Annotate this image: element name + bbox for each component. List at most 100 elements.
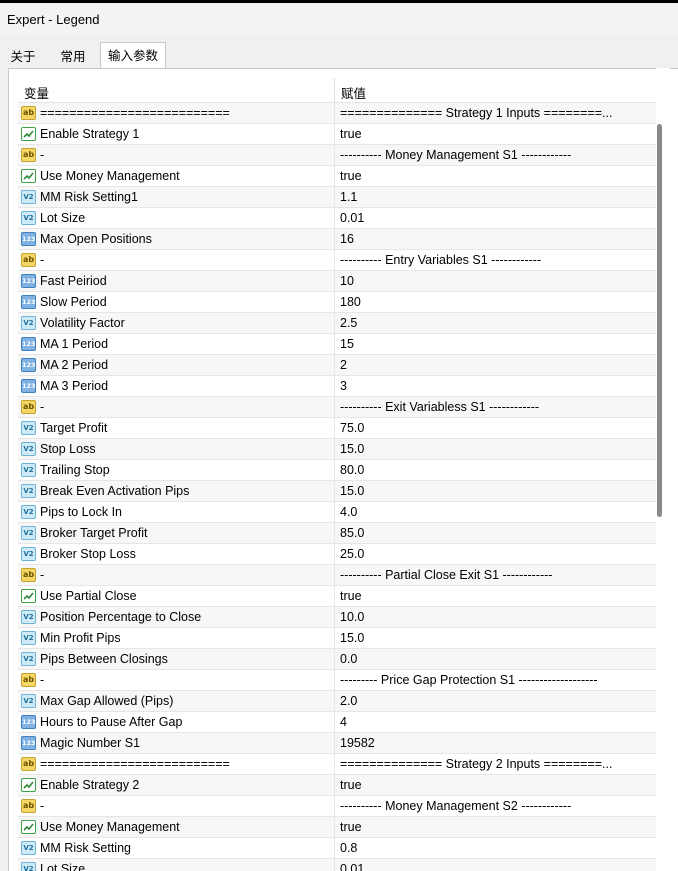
table-row[interactable]: Use Partial Close true (18, 586, 662, 607)
table-row[interactable]: V2 Min Profit Pips 15.0 (18, 628, 662, 649)
value-cell[interactable]: 2.5 (335, 313, 662, 334)
value-cell[interactable]: 85.0 (335, 523, 662, 544)
value-cell[interactable]: 15 (335, 334, 662, 355)
variable-value[interactable]: 4 (340, 715, 658, 729)
table-row[interactable]: V2 Broker Target Profit 85.0 (18, 523, 662, 544)
value-cell[interactable]: 0.01 (335, 859, 662, 871)
variable-value[interactable]: 19582 (340, 736, 658, 750)
variable-value[interactable]: 10 (340, 274, 658, 288)
table-row[interactable]: V2 Broker Stop Loss 25.0 (18, 544, 662, 565)
variable-cell[interactable]: V2 Position Percentage to Close (18, 607, 335, 628)
table-row[interactable]: ab - ---------- Partial Close Exit S1 ----… (18, 565, 662, 586)
value-cell[interactable]: 0.0 (335, 649, 662, 670)
variable-value[interactable]: ============== Strategy 1 Inputs =======… (340, 106, 658, 120)
table-row[interactable]: V2 Target Profit 75.0 (18, 418, 662, 439)
variable-cell[interactable]: V2 MM Risk Setting1 (18, 187, 335, 208)
variable-cell[interactable]: 123 Fast Peiriod (18, 271, 335, 292)
variable-value[interactable]: ---------- Money Management S1 ---------… (340, 148, 658, 162)
variable-value[interactable]: true (340, 127, 658, 141)
table-row[interactable]: V2 Position Percentage to Close 10.0 (18, 607, 662, 628)
value-cell[interactable]: 15.0 (335, 439, 662, 460)
table-row[interactable]: V2 Lot Size 0.01 (18, 859, 662, 871)
variable-value[interactable]: 1.1 (340, 190, 658, 204)
variable-cell[interactable]: V2 Lot Size (18, 859, 335, 871)
column-header-value[interactable]: 赋值 (341, 83, 366, 102)
table-row[interactable]: 123 MA 3 Period 3 (18, 376, 662, 397)
variable-value[interactable]: 15 (340, 337, 658, 351)
variable-cell[interactable]: V2 Min Profit Pips (18, 628, 335, 649)
value-cell[interactable]: true (335, 586, 662, 607)
column-header-variable[interactable]: 变量 (24, 83, 49, 102)
value-cell[interactable]: ---------- Money Management S1 ---------… (335, 145, 662, 166)
variable-cell[interactable]: V2 Stop Loss (18, 439, 335, 460)
value-cell[interactable]: 15.0 (335, 481, 662, 502)
variable-value[interactable]: --------- Price Gap Protection S1 ------… (340, 673, 658, 687)
table-row[interactable]: Enable Strategy 2 true (18, 775, 662, 796)
variable-cell[interactable]: 123 MA 1 Period (18, 334, 335, 355)
variable-cell[interactable]: V2 Max Gap Allowed (Pips) (18, 691, 335, 712)
column-separator[interactable] (334, 78, 335, 102)
variable-value[interactable]: 15.0 (340, 484, 658, 498)
variable-value[interactable]: 75.0 (340, 421, 658, 435)
variable-cell[interactable]: 123 Magic Number S1 (18, 733, 335, 754)
value-cell[interactable]: ---------- Partial Close Exit S1 -------… (335, 565, 662, 586)
variable-value[interactable]: 85.0 (340, 526, 658, 540)
variable-cell[interactable]: ab - (18, 250, 335, 271)
table-row[interactable]: V2 MM Risk Setting1 1.1 (18, 187, 662, 208)
variable-value[interactable]: 0.01 (340, 211, 658, 225)
value-cell[interactable]: ---------- Money Management S2 ---------… (335, 796, 662, 817)
table-row[interactable]: ab - --------- Price Gap Protection S1 ---… (18, 670, 662, 691)
variable-cell[interactable]: V2 Volatility Factor (18, 313, 335, 334)
variable-value[interactable]: 16 (340, 232, 658, 246)
value-cell[interactable]: 180 (335, 292, 662, 313)
value-cell[interactable]: true (335, 166, 662, 187)
table-row[interactable]: ab - ---------- Money Management S2 ------… (18, 796, 662, 817)
value-cell[interactable]: 2 (335, 355, 662, 376)
variable-value[interactable]: 80.0 (340, 463, 658, 477)
variable-cell[interactable]: V2 Broker Target Profit (18, 523, 335, 544)
value-cell[interactable]: 3 (335, 376, 662, 397)
value-cell[interactable]: 19582 (335, 733, 662, 754)
variable-value[interactable]: ---------- Exit Variabless S1 ----------… (340, 400, 658, 414)
table-row[interactable]: V2 MM Risk Setting 0.8 (18, 838, 662, 859)
table-row[interactable]: ab - ---------- Entry Variables S1 -------… (18, 250, 662, 271)
tab-inputs[interactable]: 输入参数 (100, 42, 166, 68)
variable-value[interactable]: true (340, 589, 658, 603)
variable-cell[interactable]: 123 MA 2 Period (18, 355, 335, 376)
table-row[interactable]: 123 Hours to Pause After Gap 4 (18, 712, 662, 733)
variable-value[interactable]: ---------- Partial Close Exit S1 -------… (340, 568, 658, 582)
variable-cell[interactable]: V2 Pips Between Closings (18, 649, 335, 670)
value-cell[interactable]: --------- Price Gap Protection S1 ------… (335, 670, 662, 691)
table-row[interactable]: 123 Magic Number S1 19582 (18, 733, 662, 754)
variable-value[interactable]: ---------- Entry Variables S1 ----------… (340, 253, 658, 267)
variable-cell[interactable]: 123 Slow Period (18, 292, 335, 313)
variable-cell[interactable]: Use Money Management (18, 817, 335, 838)
variable-cell[interactable]: Use Money Management (18, 166, 335, 187)
table-row[interactable]: V2 Volatility Factor 2.5 (18, 313, 662, 334)
table-row[interactable]: 123 MA 2 Period 2 (18, 355, 662, 376)
value-cell[interactable]: 4 (335, 712, 662, 733)
value-cell[interactable]: 0.8 (335, 838, 662, 859)
variable-cell[interactable]: Enable Strategy 1 (18, 124, 335, 145)
scrollbar-thumb[interactable] (657, 124, 662, 517)
variable-cell[interactable]: V2 Break Even Activation Pips (18, 481, 335, 502)
variable-cell[interactable]: 123 MA 3 Period (18, 376, 335, 397)
variable-cell[interactable]: ab - (18, 670, 335, 691)
variable-value[interactable]: 15.0 (340, 442, 658, 456)
variable-value[interactable]: ---------- Money Management S2 ---------… (340, 799, 658, 813)
variable-cell[interactable]: V2 Broker Stop Loss (18, 544, 335, 565)
variable-cell[interactable]: V2 Target Profit (18, 418, 335, 439)
value-cell[interactable]: ---------- Entry Variables S1 ----------… (335, 250, 662, 271)
tab-common[interactable]: 常用 (52, 46, 94, 68)
variable-value[interactable]: 15.0 (340, 631, 658, 645)
variable-value[interactable]: ============== Strategy 2 Inputs =======… (340, 757, 658, 771)
variable-value[interactable]: 2.0 (340, 694, 658, 708)
variable-cell[interactable]: ab - (18, 145, 335, 166)
variable-value[interactable]: 0.0 (340, 652, 658, 666)
variable-value[interactable]: 10.0 (340, 610, 658, 624)
variable-value[interactable]: true (340, 778, 658, 792)
value-cell[interactable]: ---------- Exit Variabless S1 ----------… (335, 397, 662, 418)
variable-cell[interactable]: ab - (18, 565, 335, 586)
table-row[interactable]: V2 Lot Size 0.01 (18, 208, 662, 229)
value-cell[interactable]: 0.01 (335, 208, 662, 229)
